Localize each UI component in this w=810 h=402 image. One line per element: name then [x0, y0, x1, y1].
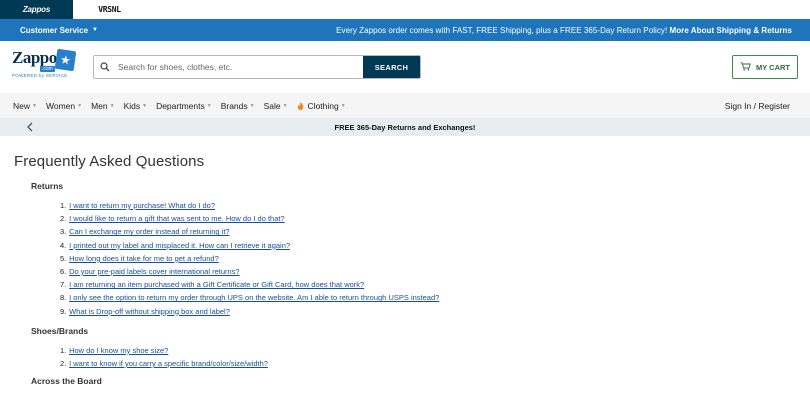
faq-link[interactable]: Can I exchange my order instead of retur…: [69, 227, 230, 236]
faq-list-returns: 1. I want to return my purchase! What do…: [60, 199, 796, 318]
nav-item-label: Sale: [263, 100, 281, 111]
promo-text: Every Zappos order comes with FAST, FREE…: [336, 25, 668, 35]
nav-item-brands[interactable]: Brands ▼: [221, 101, 255, 111]
chevron-down-icon: ▼: [77, 102, 83, 109]
nav-items: New ▼ Women ▼ Men ▼ Kids ▼ Departments ▼ Bran…: [13, 101, 355, 111]
list-item: 2. I want to know if you carry a specifi…: [60, 359, 268, 369]
logo-badge-icon: ★: [54, 48, 77, 72]
section-title-shoes-brands: Shoes/Brands: [31, 325, 89, 336]
main-nav: New ▼ Women ▼ Men ▼ Kids ▼ Departments ▼ Bran…: [0, 93, 810, 118]
nav-item-departments[interactable]: Departments ▼: [156, 101, 212, 111]
my-cart-button[interactable]: MY CART: [732, 55, 798, 79]
nav-item-clothing[interactable]: Clothing ▼: [297, 101, 346, 111]
promo-bar: Customer Service ▼ Every Zappos order co…: [0, 19, 810, 41]
returns-banner-text: FREE 365-Day Returns and Exchanges!: [334, 122, 476, 132]
list-item: 6. Do your pre-paid labels cover interna…: [60, 267, 240, 277]
nav-item-label: Women: [45, 100, 76, 111]
list-item: 1. How do I know my shoe size?: [60, 345, 169, 355]
section-title-across-the-board: Across the Board: [31, 376, 102, 387]
section-title-returns: Returns: [31, 181, 64, 191]
chevron-left-icon[interactable]: [24, 120, 36, 134]
list-item: 4. I printed out my label and misplaced …: [60, 240, 291, 250]
search-button[interactable]: SEARCH: [363, 56, 420, 78]
nav-item-women[interactable]: Women ▼: [46, 101, 82, 111]
faq-link[interactable]: How do I know my shoe size?: [69, 346, 168, 355]
faq-content: Frequently Asked Questions Returns 1. I …: [0, 153, 810, 386]
flame-icon: [297, 101, 303, 110]
faq-link[interactable]: Do your pre-paid labels cover internatio…: [69, 267, 240, 276]
list-item: 1. I want to return my purchase! What do…: [60, 201, 215, 210]
brand-tab-vrsnl[interactable]: vrsnl: [73, 0, 146, 19]
cart-icon: [740, 61, 751, 73]
site-header: Zappos ★ .com POWERED by SERVICE SEARCH …: [0, 41, 810, 93]
nav-item-kids[interactable]: Kids ▼: [124, 101, 148, 111]
search-bar: SEARCH: [93, 55, 421, 79]
page-title: Frequently Asked Questions: [14, 153, 205, 170]
nav-item-label: Clothing: [307, 100, 339, 111]
list-item: 3. Can I exchange my order instead of re…: [60, 227, 230, 237]
customer-service-menu[interactable]: Customer Service ▼: [20, 26, 98, 35]
brand-tab-zappos[interactable]: Zappos: [0, 0, 73, 19]
faq-link[interactable]: How long does it take for me to get a re…: [69, 254, 219, 263]
faq-link[interactable]: I want to know if you carry a specific b…: [69, 359, 268, 368]
faq-list-shoes-brands: 1. How do I know my shoe size? 2. I want…: [60, 344, 796, 370]
nav-item-new[interactable]: New ▼: [13, 101, 37, 111]
search-input[interactable]: [116, 56, 363, 78]
sign-in-register-link[interactable]: Sign In / Register: [725, 101, 790, 111]
list-item: 8. I only see the option to return my or…: [60, 293, 440, 303]
list-item: 5. How long does it take for me to get a…: [60, 253, 219, 263]
list-item: 2. I would like to return a gift that wa…: [60, 214, 285, 224]
zappos-logo[interactable]: Zappos ★ .com POWERED by SERVICE: [12, 48, 77, 86]
chevron-down-icon: ▼: [206, 102, 212, 109]
nav-item-sale[interactable]: Sale ▼: [264, 101, 288, 111]
chevron-down-icon: ▼: [249, 102, 255, 109]
chevron-down-icon: ▼: [109, 102, 115, 109]
faq-link[interactable]: I only see the option to return my order…: [69, 293, 439, 302]
list-item: 7. I am returning an item purchased with…: [60, 280, 365, 290]
chevron-down-icon: ▼: [32, 102, 37, 109]
nav-item-label: Departments: [156, 100, 205, 111]
customer-service-label: Customer Service: [20, 25, 89, 35]
returns-banner: FREE 365-Day Returns and Exchanges!: [0, 118, 810, 136]
brand-tabs: Zappos vrsnl: [0, 0, 810, 19]
faq-link[interactable]: I printed out my label and misplaced it.…: [69, 241, 290, 250]
chevron-down-icon: ▼: [92, 27, 98, 33]
nav-item-men[interactable]: Men ▼: [91, 101, 115, 111]
shipping-returns-link[interactable]: More About Shipping & Returns: [670, 26, 792, 35]
search-icon: [94, 56, 116, 78]
logo-tagline: POWERED by SERVICE: [12, 73, 68, 78]
faq-link[interactable]: What is Drop-off without shipping box an…: [69, 307, 230, 316]
cart-label: MY CART: [755, 62, 791, 72]
faq-link[interactable]: I am returning an item purchased with a …: [69, 280, 364, 289]
nav-item-label: Kids: [123, 100, 141, 111]
nav-item-label: Men: [91, 100, 108, 111]
logo-sub: .com: [40, 66, 55, 72]
chevron-down-icon: ▼: [340, 102, 346, 109]
faq-link[interactable]: I want to return my purchase! What do I …: [69, 201, 215, 210]
list-item: 9. What is Drop-off without shipping box…: [60, 306, 230, 316]
chevron-down-icon: ▼: [142, 102, 148, 109]
nav-item-label: Brands: [220, 100, 248, 111]
promo-message: Every Zappos order comes with FAST, FREE…: [336, 26, 792, 35]
faq-link[interactable]: I would like to return a gift that was s…: [69, 214, 285, 223]
nav-item-label: New: [13, 100, 31, 111]
chevron-down-icon: ▼: [282, 102, 288, 109]
